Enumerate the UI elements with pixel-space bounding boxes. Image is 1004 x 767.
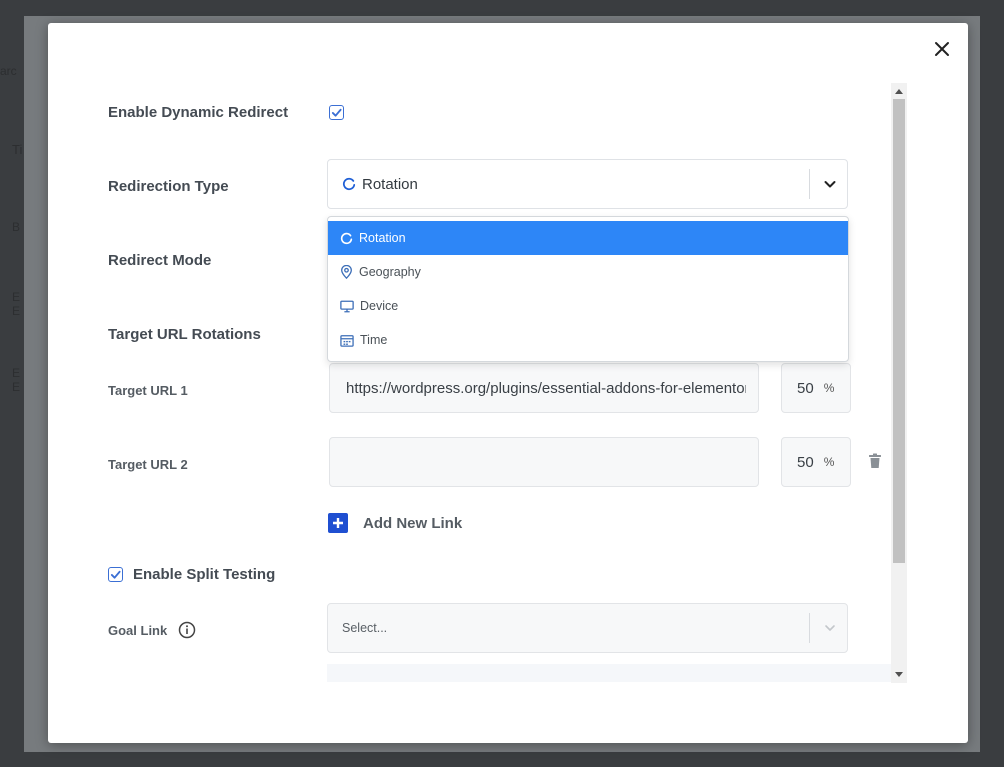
select-separator: [809, 169, 810, 199]
percent-unit: %: [823, 455, 835, 469]
enable-dynamic-redirect-checkbox[interactable]: [329, 105, 344, 120]
goal-link-label: Goal Link: [108, 623, 168, 638]
add-new-link-button[interactable]: Add New Link: [328, 513, 462, 533]
triangle-up-icon: [895, 89, 903, 94]
chevron-down-icon: [825, 625, 835, 631]
scroll-down-button[interactable]: [891, 667, 907, 683]
target-url-2-value: [346, 438, 746, 486]
dynamic-redirect-modal: Enable Dynamic Redirect Redirection Type…: [48, 23, 968, 743]
bg-fragment: arc: [0, 64, 17, 78]
goal-link-select[interactable]: Select...: [327, 603, 848, 653]
rotation-icon: [340, 232, 353, 244]
info-icon: [178, 621, 196, 639]
monitor-icon: [340, 300, 354, 312]
option-label: Geography: [359, 265, 421, 279]
option-label: Rotation: [359, 231, 406, 245]
dropdown-toggle[interactable]: [823, 160, 837, 208]
add-new-link-label: Add New Link: [363, 514, 463, 532]
target-url-2-percent[interactable]: 50 %: [781, 437, 851, 487]
enable-dynamic-redirect-label: Enable Dynamic Redirect: [108, 104, 289, 121]
bg-fragment: E: [12, 290, 21, 304]
modal-scrollbar[interactable]: [891, 83, 907, 683]
option-label: Device: [360, 299, 399, 313]
next-section-partial: [327, 664, 891, 682]
triangle-down-icon: [895, 672, 903, 677]
target-url-1-label: Target URL 1: [108, 383, 188, 398]
redirection-type-select[interactable]: Rotation: [327, 159, 848, 209]
goal-link-dropdown-toggle[interactable]: [823, 604, 837, 652]
option-rotation[interactable]: Rotation: [328, 221, 848, 255]
checkmark-icon: [331, 108, 342, 117]
bg-fragment: E: [12, 366, 21, 380]
target-url-1-input[interactable]: https://wordpress.org/plugins/essential-…: [329, 363, 759, 413]
enable-split-testing-checkbox[interactable]: [108, 567, 123, 582]
location-pin-icon: [341, 265, 352, 279]
bg-fragment: B: [12, 220, 21, 234]
rotation-icon: [342, 177, 356, 191]
bg-fragment: Ti: [12, 142, 23, 157]
bg-fragment: E: [12, 304, 21, 318]
percent-unit: %: [823, 381, 835, 395]
chevron-down-icon: [824, 181, 836, 188]
close-icon: [935, 42, 949, 56]
target-url-2-label: Target URL 2: [108, 457, 188, 472]
trash-icon: [869, 453, 881, 468]
target-url-2-input[interactable]: [329, 437, 759, 487]
option-label: Time: [360, 333, 388, 347]
redirect-mode-label: Redirect Mode: [108, 252, 212, 269]
target-url-1-percent[interactable]: 50 %: [781, 363, 851, 413]
target-url-1-value: https://wordpress.org/plugins/essential-…: [346, 379, 746, 397]
redirection-type-value: Rotation: [362, 175, 418, 193]
scroll-thumb[interactable]: [893, 99, 905, 563]
scroll-up-button[interactable]: [891, 83, 907, 99]
close-button[interactable]: [928, 35, 956, 63]
redirection-type-menu: Rotation Geography Device Time: [327, 216, 849, 362]
target-url-2-percent-value: 50: [797, 453, 814, 471]
bg-fragment: E: [12, 380, 21, 394]
option-geography[interactable]: Geography: [328, 255, 848, 289]
calendar-icon: [340, 334, 354, 347]
plus-icon: [328, 513, 348, 533]
enable-split-testing-label: Enable Split Testing: [133, 566, 276, 583]
target-url-1-percent-value: 50: [797, 379, 814, 397]
target-url-rotations-label: Target URL Rotations: [108, 326, 261, 343]
goal-link-placeholder: Select...: [342, 621, 388, 635]
select-separator: [809, 613, 810, 643]
redirection-type-label: Redirection Type: [108, 178, 229, 195]
option-device[interactable]: Device: [328, 289, 848, 323]
delete-url-button[interactable]: [868, 453, 884, 471]
option-time[interactable]: Time: [328, 323, 848, 357]
checkmark-icon: [110, 570, 121, 579]
goal-link-info[interactable]: [178, 621, 196, 639]
